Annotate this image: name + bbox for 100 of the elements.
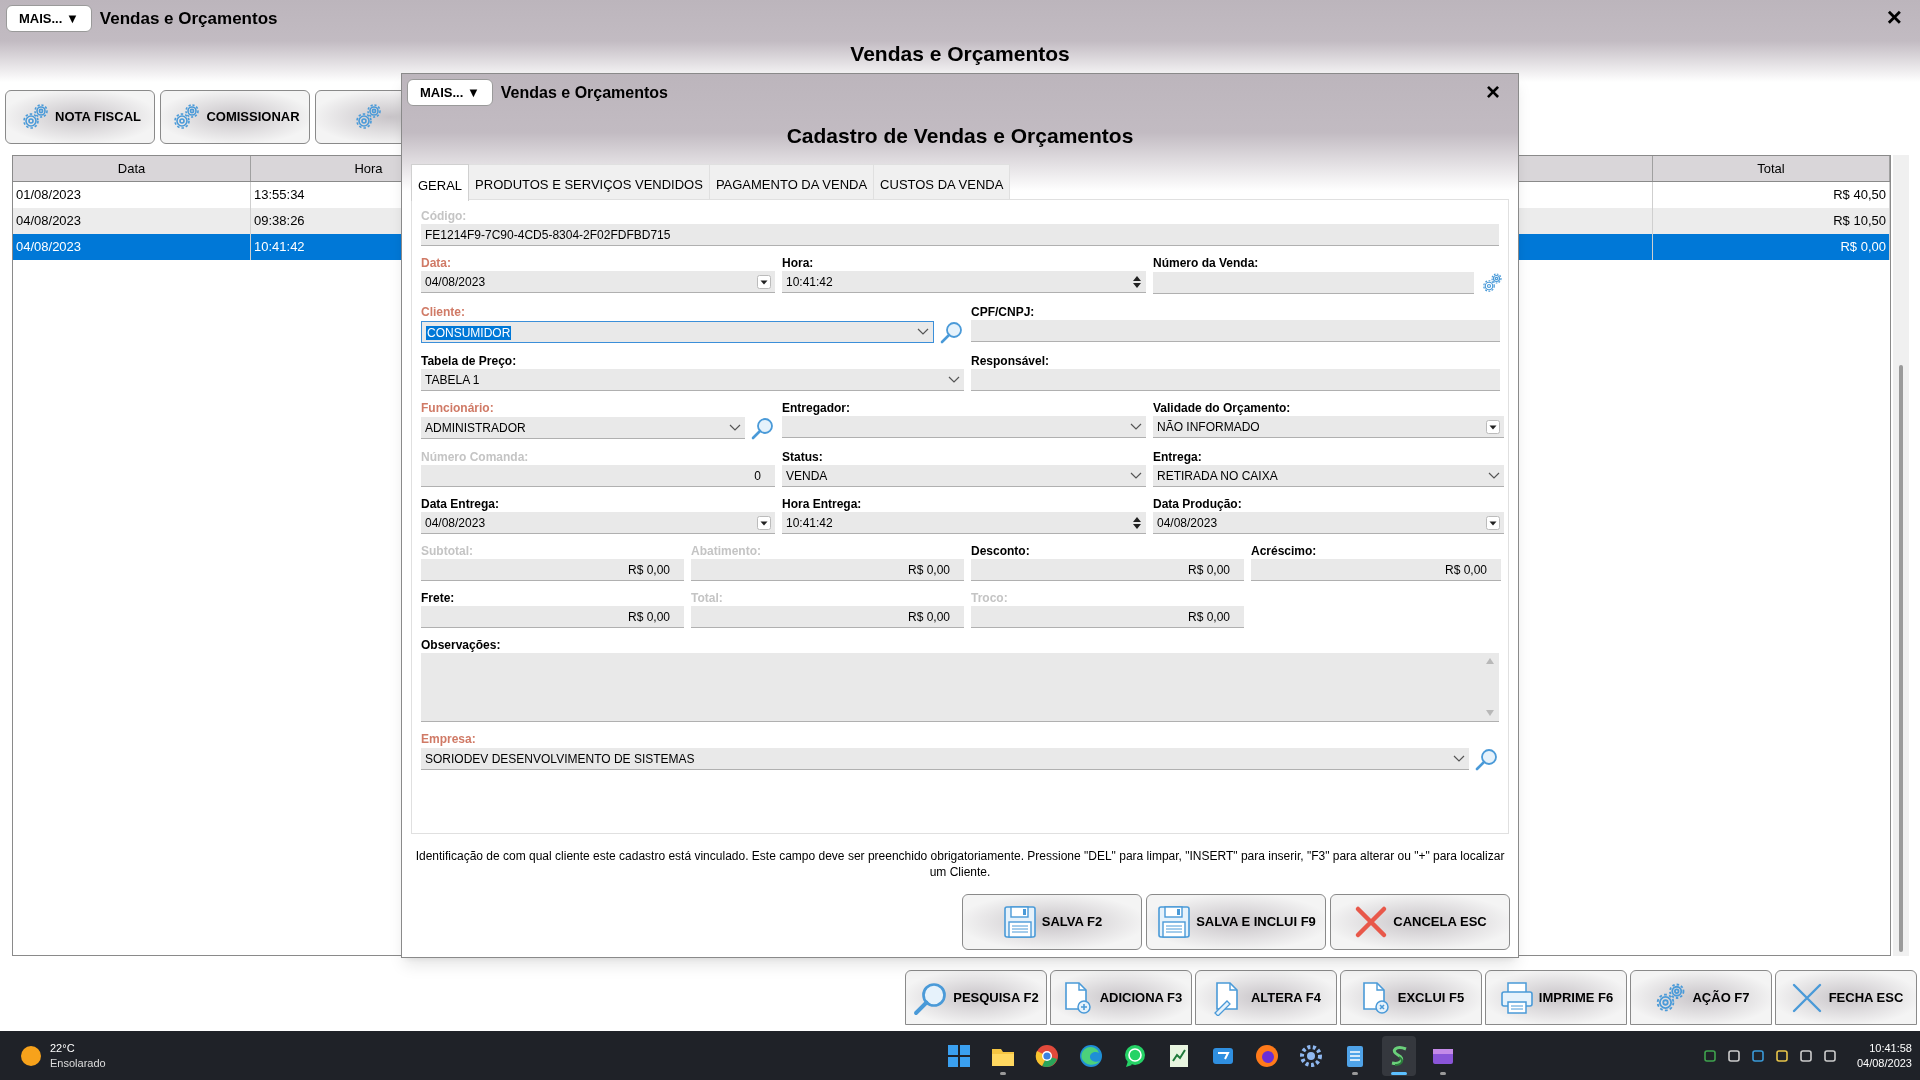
column-header[interactable]: Total [1653,156,1890,181]
chevron-down-icon[interactable] [729,423,741,432]
dropdown-field[interactable]: VENDA [782,465,1146,487]
column-header[interactable]: Data [13,156,251,181]
taskbar-button[interactable] [1382,1035,1417,1076]
dropdown-field[interactable]: SORIODEV DESENVOLVIMENTO DE SISTEMAS [421,748,1469,770]
sun-icon [20,1044,42,1067]
chevron-down-icon[interactable] [948,375,960,384]
tray-icon[interactable] [1822,1048,1837,1063]
toolbar-button[interactable]: IMPRIME F6 [1485,970,1627,1025]
toolbar-button[interactable]: ALTERA F4 [1195,970,1337,1025]
browser-icon [1034,1042,1061,1069]
number-field[interactable]: R$ 0,00 [421,606,684,628]
tray-icon[interactable] [1726,1048,1741,1063]
text-field[interactable] [1153,272,1474,294]
field-label: Número da Venda: [1153,256,1260,271]
dialog-button[interactable]: SALVA F2 [962,894,1142,950]
field-label: Subtotal: [421,544,474,559]
dialog-button[interactable]: CANCELA ESC [1330,894,1510,950]
chevron-down-icon[interactable] [1130,422,1142,431]
running-indicator [1000,1071,1007,1075]
date-field[interactable]: NÃO INFORMADO [1153,416,1504,438]
date-field[interactable]: 04/08/2023 [421,512,775,534]
browser-icon [1078,1042,1105,1069]
tray-icon[interactable] [1774,1048,1789,1063]
tray-icon[interactable] [1750,1048,1765,1063]
field-label: Total: [691,591,724,606]
toolbar-button[interactable]: AÇÃO F7 [1630,970,1772,1025]
field-label: Número Comanda: [421,450,530,465]
close-button[interactable]: × [1486,80,1500,104]
clock-time: 10:41:58 [1869,1040,1912,1056]
dropdown-field[interactable] [782,416,1146,438]
search-icon[interactable] [940,320,964,344]
search-icon[interactable] [751,416,775,440]
toolbar-button[interactable]: PESQUISA F2 [905,970,1047,1025]
toolbar-button[interactable]: EXCLUI F5 [1340,970,1482,1025]
search-icon[interactable] [1475,747,1499,771]
field-label: Acréscimo: [1251,544,1318,559]
scrollbar[interactable] [1893,155,1909,956]
weather-condition: Ensolarado [50,1055,106,1071]
number-field[interactable]: R$ 0,00 [1251,559,1501,581]
date-field[interactable]: 04/08/2023 [421,271,775,293]
field-label: Observações: [421,638,502,653]
tray-icon[interactable] [1798,1048,1813,1063]
dropdown-field[interactable]: TABELA 1 [421,369,964,391]
field-label: Código: [421,209,468,224]
chevron-down-icon[interactable] [1488,471,1500,480]
field-label: Funcionário: [421,401,495,416]
field-label: Troco: [971,591,1009,606]
field-label: Data Entrega: [421,497,501,512]
memo-field[interactable] [421,653,1499,722]
field-label: CPF/CNPJ: [971,305,1036,320]
temperature: 22°C [50,1040,76,1056]
field-label: Tabela de Preço: [421,354,518,369]
dropdown-field[interactable]: CONSUMIDOR [421,321,934,343]
table-cell: 04/08/2023 [13,234,251,260]
field-label: Cliente: [421,305,466,320]
field-label: Validade do Orçamento: [1153,401,1292,416]
browser-icon [1254,1042,1281,1069]
running-indicator [1391,1071,1408,1075]
running-indicator [1440,1071,1447,1075]
field-label: Empresa: [421,732,477,747]
toolbar-button[interactable]: ADICIONA F3 [1050,970,1192,1025]
menu-button[interactable]: MAIS... ▼ [6,5,92,32]
dialog-title: Vendas e Orçamentos [500,82,668,103]
date-field[interactable]: 04/08/2023 [1153,512,1504,534]
tab[interactable]: CUSTOS DA VENDA [874,164,1011,199]
clock-date: 04/08/2023 [1856,1055,1912,1071]
field-label: Entregador: [782,401,851,416]
field-label: Hora Entrega: [782,497,863,512]
field-label: Desconto: [971,544,1031,559]
tab[interactable]: GERAL [411,164,470,201]
start-icon [946,1042,973,1069]
table-cell: R$ 0,00 [1653,234,1890,260]
toolbar-button[interactable]: FECHA ESC [1775,970,1917,1025]
menu-button[interactable]: MAIS... ▼ [407,79,493,106]
dropdown-field[interactable]: RETIRADA NO CAIXA [1153,465,1504,487]
tab[interactable]: PAGAMENTO DA VENDA [709,164,875,199]
chevron-down-icon[interactable] [917,328,929,336]
settings-icon [1298,1042,1325,1069]
tab[interactable]: PRODUTOS E SERVIÇOS VENDIDOS [469,164,710,199]
action-button[interactable]: NOTA FISCAL [5,90,155,144]
time-field[interactable]: 10:41:42 [782,512,1146,534]
gear-icon[interactable] [1480,271,1504,295]
running-indicator [1352,1071,1359,1075]
time-field[interactable]: 10:41:42 [782,271,1146,293]
number-field[interactable]: R$ 0,00 [971,559,1244,581]
text-field[interactable] [971,369,1500,391]
window-title: Vendas e Orçamentos [99,7,278,30]
chevron-down-icon[interactable] [1130,471,1142,480]
field-label: Frete: [421,591,456,606]
close-button[interactable]: × [1886,4,1902,30]
dialog-heading: Cadastro de Vendas e Orçamentos [786,123,1134,149]
dialog-button[interactable]: SALVA E INCLUI F9 [1146,894,1326,950]
chevron-down-icon[interactable] [1453,754,1465,763]
action-button[interactable]: COMISSIONAR [160,90,310,144]
text-field[interactable] [971,320,1500,342]
tray-icon[interactable] [1702,1048,1717,1063]
dropdown-field[interactable]: ADMINISTRADOR [421,417,745,439]
help-text: Identificação de com qual cliente este cadastro está vinculado. Este campo deve ser preenchido obrigatoriamente. Pressione "DEL" para limpar, "INSERT" para inserir, "F3" para alterar ou "+" para localizar um Cliente. [415,848,1505,880]
